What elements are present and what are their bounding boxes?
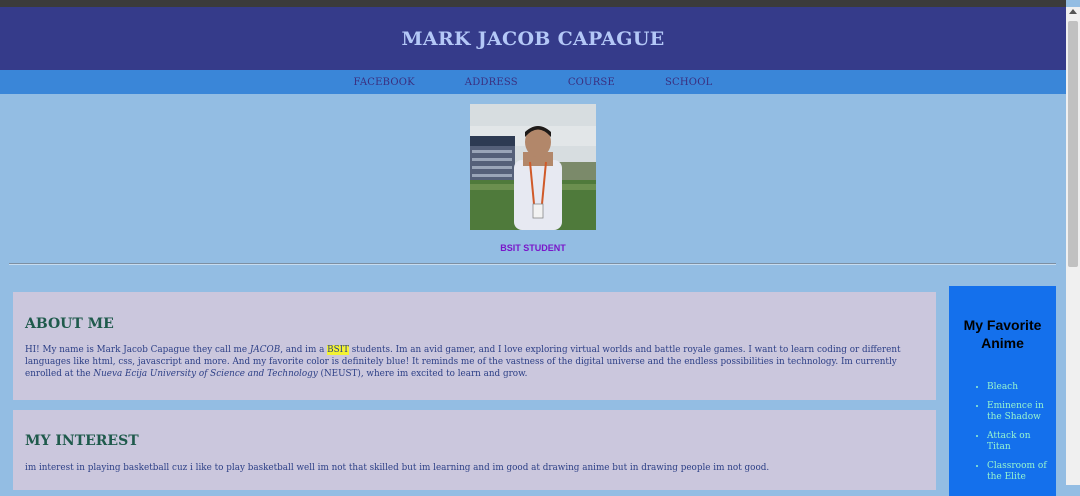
- nav-link-facebook[interactable]: FACEBOOK: [354, 77, 415, 88]
- sidebar-heading: My Favorite Anime: [963, 317, 1042, 351]
- about-school-name: Nueva Ecija University of Science and Te…: [93, 369, 318, 379]
- scrollbar-thumb[interactable]: [1068, 21, 1078, 267]
- anime-list: Bleach Eminence in the Shadow Attack on …: [949, 382, 1056, 484]
- interest-heading: MY INTEREST: [25, 433, 139, 449]
- main-nav: FACEBOOK ADDRESS COURSE SCHOOL: [0, 70, 1066, 94]
- anime-list-item: Eminence in the Shadow: [987, 401, 1056, 424]
- nav-link-address[interactable]: ADDRESS: [465, 77, 518, 88]
- anime-list-item: Attack on Titan: [987, 431, 1056, 454]
- vertical-scrollbar[interactable]: [1066, 7, 1080, 485]
- browser-top-strip: [0, 0, 1066, 7]
- nav-link-course[interactable]: COURSE: [568, 77, 615, 88]
- profile-photo: [470, 104, 596, 230]
- interest-section: MY INTEREST im interest in playing baske…: [13, 410, 936, 490]
- favorite-anime-sidebar: My Favorite Anime Bleach Eminence in the…: [949, 286, 1056, 496]
- about-text-part-4: (NEUST), where im excited to learn and g…: [317, 369, 528, 379]
- about-heading: ABOUT ME: [25, 316, 114, 332]
- about-text-part-2: , and im a: [280, 345, 328, 355]
- interest-text: im interest in playing basketball cuz i …: [25, 463, 770, 473]
- profile-photo-illustration: [470, 104, 596, 230]
- anime-list-item: Bleach: [987, 382, 1056, 394]
- site-title: MARK JACOB CAPAGUE: [401, 27, 665, 50]
- about-text-part-1: HI! My name is Mark Jacob Capague they c…: [25, 345, 250, 355]
- nav-link-school[interactable]: SCHOOL: [665, 77, 712, 88]
- horizontal-rule: [9, 263, 1056, 265]
- about-highlight: BSIT: [327, 345, 349, 355]
- anime-list-item: Classroom of the Elite: [987, 461, 1056, 484]
- scroll-up-arrow-icon[interactable]: [1069, 9, 1077, 14]
- about-text: HI! My name is Mark Jacob Capague they c…: [25, 344, 924, 380]
- about-nickname: JACOB: [249, 345, 281, 355]
- profile-caption: BSIT STUDENT: [500, 243, 566, 253]
- site-header: MARK JACOB CAPAGUE: [0, 7, 1066, 70]
- about-section: ABOUT ME HI! My name is Mark Jacob Capag…: [13, 292, 936, 400]
